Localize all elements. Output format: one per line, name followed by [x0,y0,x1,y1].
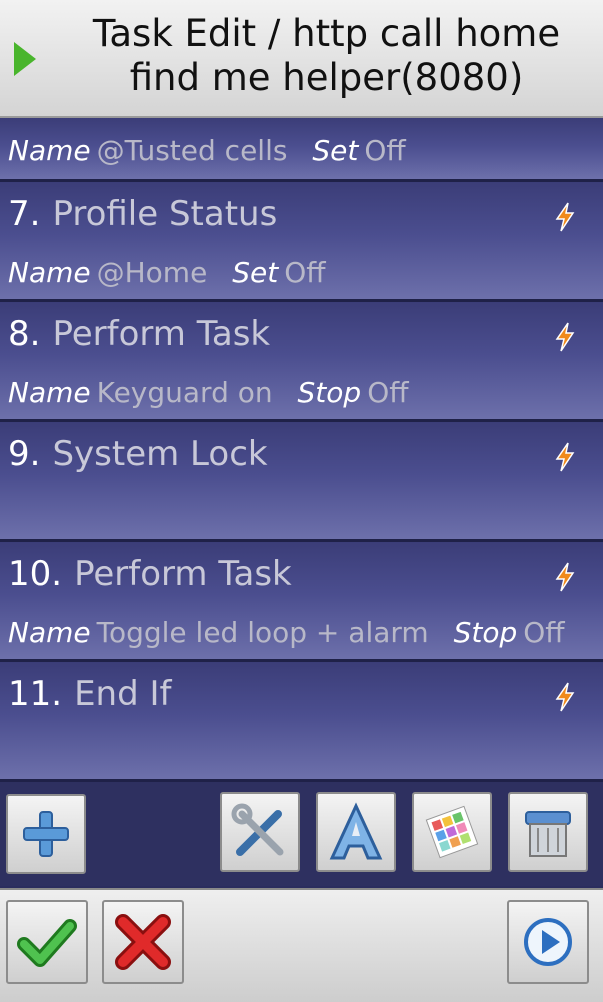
trash-icon [525,811,571,857]
list-item[interactable]: 8. Perform Task Name Keyguard on Stop Off [0,302,603,422]
action-params: Name @Home Set Off [8,256,326,289]
action-title: Perform Task [74,554,292,594]
lightning-icon[interactable] [553,442,577,472]
list-item[interactable]: 9. System Lock [0,422,603,542]
action-number: 7. [8,194,41,234]
lightning-icon[interactable] [553,682,577,712]
text-icon [329,802,383,860]
play-icon [524,918,572,966]
action-header: 9. System Lock [8,434,268,474]
action-number: 8. [8,314,41,354]
action-params: Name @Tusted cells Set Off [8,134,406,167]
title-bar: Task Edit / http call home find me helpe… [0,0,603,118]
action-params: Name Keyguard on Stop Off [8,376,409,409]
action-number: 9. [8,434,41,474]
list-item[interactable]: 7. Profile Status Name @Home Set Off [0,182,603,302]
action-params: Name Toggle led loop + alarm Stop Off [8,616,565,649]
tools-button[interactable] [220,792,300,872]
action-title: Profile Status [52,194,278,234]
action-title: Perform Task [52,314,271,354]
action-toolbar [0,782,603,886]
delete-button[interactable] [508,792,588,872]
accept-button[interactable] [6,900,88,984]
color-button[interactable] [412,792,492,872]
run-button[interactable] [507,900,589,984]
cancel-icon [115,914,171,970]
list-item[interactable]: 11. End If [0,662,603,782]
checkmark-icon [17,919,77,967]
tools-icon [231,803,284,856]
action-number: 10. [8,554,63,594]
bottom-bar [0,888,603,1002]
action-number: 11. [8,674,63,714]
text-style-button[interactable] [316,792,396,872]
lightning-icon[interactable] [553,562,577,592]
expand-arrow-icon[interactable] [14,42,36,76]
action-header: 7. Profile Status [8,194,277,234]
action-header: 8. Perform Task [8,314,270,354]
page-title: Task Edit / http call home find me helpe… [92,12,561,99]
cancel-button[interactable] [102,900,184,984]
action-title: End If [74,674,172,714]
lightning-icon[interactable] [553,202,577,232]
action-header: 10. Perform Task [8,554,292,594]
lightning-icon[interactable] [553,322,577,352]
action-list: Name @Tusted cells Set Off 7. Profile Statu… [0,118,603,782]
add-action-button[interactable] [6,794,86,874]
plus-icon [23,811,69,857]
action-header: 11. End If [8,674,172,714]
palette-icon [425,805,479,859]
action-title: System Lock [52,434,268,474]
list-item[interactable]: 10. Perform Task Name Toggle led loop + al… [0,542,603,662]
list-item[interactable]: Name @Tusted cells Set Off [0,118,603,182]
